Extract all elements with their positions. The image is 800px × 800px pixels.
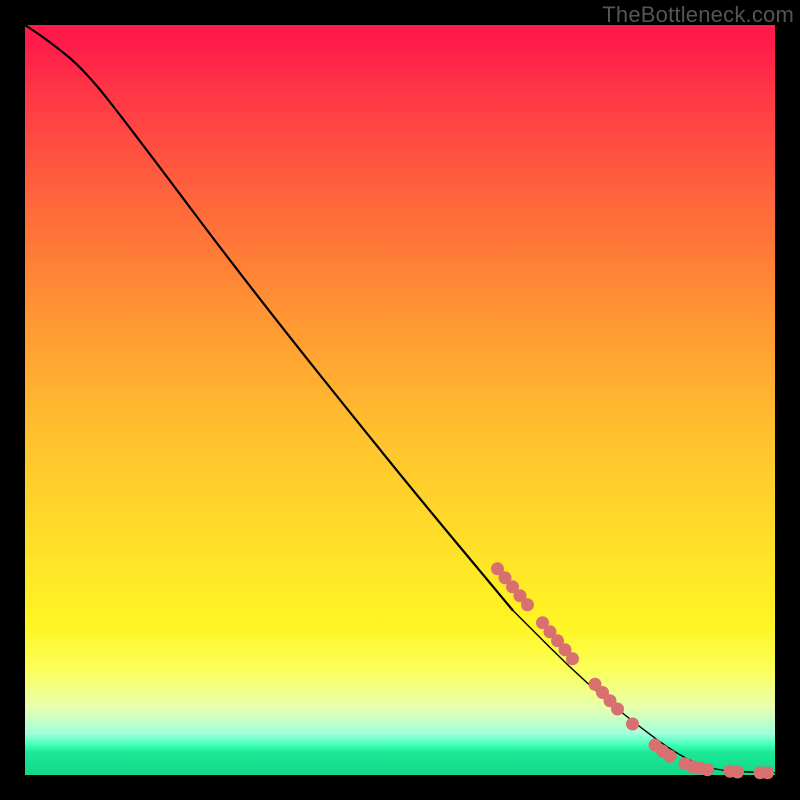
data-marker — [701, 763, 714, 776]
chart-svg — [25, 25, 775, 775]
chart-plot-area — [25, 25, 775, 775]
data-marker — [664, 750, 677, 763]
data-marker — [731, 766, 744, 779]
data-marker — [521, 598, 534, 611]
watermark-text: TheBottleneck.com — [602, 2, 794, 28]
curve-line — [25, 25, 513, 610]
data-marker — [566, 652, 579, 665]
data-marker — [611, 703, 624, 716]
data-marker — [626, 718, 639, 731]
marker-group — [491, 562, 774, 779]
data-marker — [761, 766, 774, 779]
